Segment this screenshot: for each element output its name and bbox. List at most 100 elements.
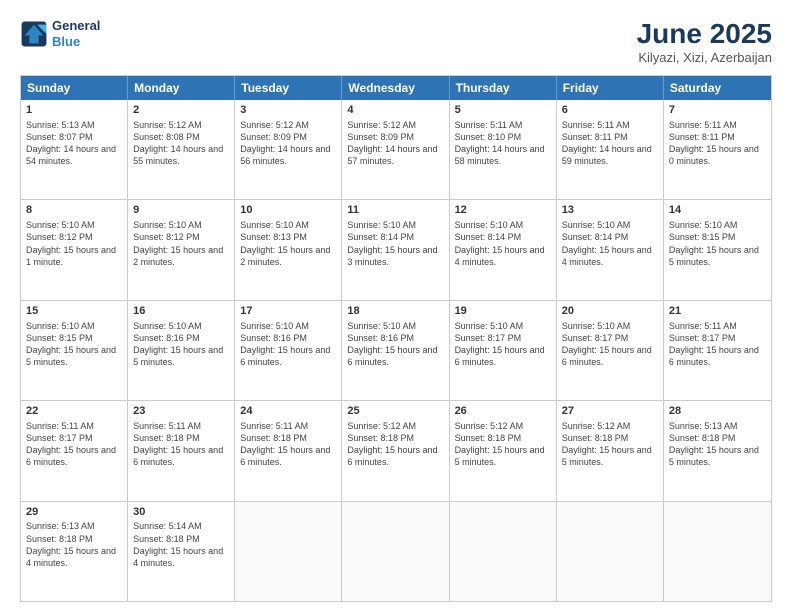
day-number: 10 — [240, 203, 336, 218]
cell-info: Sunrise: 5:10 AM Sunset: 8:14 PM Dayligh… — [562, 219, 658, 268]
day-number: 22 — [26, 404, 122, 419]
calendar-day-header: Saturday — [664, 76, 771, 100]
cell-info: Sunrise: 5:12 AM Sunset: 8:18 PM Dayligh… — [562, 420, 658, 469]
calendar-cell: 14Sunrise: 5:10 AM Sunset: 8:15 PM Dayli… — [664, 200, 771, 299]
day-number: 27 — [562, 404, 658, 419]
cell-info: Sunrise: 5:10 AM Sunset: 8:13 PM Dayligh… — [240, 219, 336, 268]
calendar-cell: 15Sunrise: 5:10 AM Sunset: 8:15 PM Dayli… — [21, 301, 128, 400]
cell-info: Sunrise: 5:12 AM Sunset: 8:09 PM Dayligh… — [240, 119, 336, 168]
day-number: 16 — [133, 304, 229, 319]
calendar-cell: 4Sunrise: 5:12 AM Sunset: 8:09 PM Daylig… — [342, 100, 449, 199]
day-number: 4 — [347, 103, 443, 118]
calendar-cell: 19Sunrise: 5:10 AM Sunset: 8:17 PM Dayli… — [450, 301, 557, 400]
calendar-cell: 8Sunrise: 5:10 AM Sunset: 8:12 PM Daylig… — [21, 200, 128, 299]
header: General Blue June 2025 Kilyazi, Xizi, Az… — [20, 18, 772, 65]
cell-info: Sunrise: 5:12 AM Sunset: 8:09 PM Dayligh… — [347, 119, 443, 168]
day-number: 30 — [133, 505, 229, 520]
cell-info: Sunrise: 5:10 AM Sunset: 8:16 PM Dayligh… — [133, 320, 229, 369]
day-number: 26 — [455, 404, 551, 419]
calendar-cell: 18Sunrise: 5:10 AM Sunset: 8:16 PM Dayli… — [342, 301, 449, 400]
day-number: 9 — [133, 203, 229, 218]
cell-info: Sunrise: 5:10 AM Sunset: 8:12 PM Dayligh… — [26, 219, 122, 268]
calendar-cell: 7Sunrise: 5:11 AM Sunset: 8:11 PM Daylig… — [664, 100, 771, 199]
calendar-day-header: Tuesday — [235, 76, 342, 100]
day-number: 5 — [455, 103, 551, 118]
calendar-day-header: Monday — [128, 76, 235, 100]
calendar-cell — [450, 502, 557, 601]
calendar-day-header: Wednesday — [342, 76, 449, 100]
cell-info: Sunrise: 5:12 AM Sunset: 8:08 PM Dayligh… — [133, 119, 229, 168]
cell-info: Sunrise: 5:11 AM Sunset: 8:18 PM Dayligh… — [133, 420, 229, 469]
calendar-day-header: Friday — [557, 76, 664, 100]
day-number: 6 — [562, 103, 658, 118]
calendar-day-header: Sunday — [21, 76, 128, 100]
day-number: 11 — [347, 203, 443, 218]
cell-info: Sunrise: 5:11 AM Sunset: 8:17 PM Dayligh… — [26, 420, 122, 469]
calendar-cell: 1Sunrise: 5:13 AM Sunset: 8:07 PM Daylig… — [21, 100, 128, 199]
title-block: June 2025 Kilyazi, Xizi, Azerbaijan — [637, 18, 772, 65]
cell-info: Sunrise: 5:10 AM Sunset: 8:15 PM Dayligh… — [26, 320, 122, 369]
calendar-cell — [235, 502, 342, 601]
day-number: 29 — [26, 505, 122, 520]
cell-info: Sunrise: 5:10 AM Sunset: 8:17 PM Dayligh… — [562, 320, 658, 369]
logo-line1: General — [52, 18, 100, 34]
cell-info: Sunrise: 5:10 AM Sunset: 8:12 PM Dayligh… — [133, 219, 229, 268]
cell-info: Sunrise: 5:10 AM Sunset: 8:15 PM Dayligh… — [669, 219, 766, 268]
cell-info: Sunrise: 5:11 AM Sunset: 8:18 PM Dayligh… — [240, 420, 336, 469]
calendar-row: 15Sunrise: 5:10 AM Sunset: 8:15 PM Dayli… — [21, 300, 771, 400]
calendar-row: 1Sunrise: 5:13 AM Sunset: 8:07 PM Daylig… — [21, 100, 771, 199]
day-number: 18 — [347, 304, 443, 319]
calendar-cell: 10Sunrise: 5:10 AM Sunset: 8:13 PM Dayli… — [235, 200, 342, 299]
logo-icon — [20, 20, 48, 48]
calendar-cell: 23Sunrise: 5:11 AM Sunset: 8:18 PM Dayli… — [128, 401, 235, 500]
calendar-cell — [557, 502, 664, 601]
cell-info: Sunrise: 5:10 AM Sunset: 8:16 PM Dayligh… — [240, 320, 336, 369]
cell-info: Sunrise: 5:12 AM Sunset: 8:18 PM Dayligh… — [347, 420, 443, 469]
day-number: 15 — [26, 304, 122, 319]
calendar-cell: 21Sunrise: 5:11 AM Sunset: 8:17 PM Dayli… — [664, 301, 771, 400]
calendar-cell: 30Sunrise: 5:14 AM Sunset: 8:18 PM Dayli… — [128, 502, 235, 601]
calendar-row: 8Sunrise: 5:10 AM Sunset: 8:12 PM Daylig… — [21, 199, 771, 299]
logo: General Blue — [20, 18, 100, 49]
calendar-cell: 28Sunrise: 5:13 AM Sunset: 8:18 PM Dayli… — [664, 401, 771, 500]
calendar-cell: 12Sunrise: 5:10 AM Sunset: 8:14 PM Dayli… — [450, 200, 557, 299]
day-number: 23 — [133, 404, 229, 419]
cell-info: Sunrise: 5:11 AM Sunset: 8:11 PM Dayligh… — [562, 119, 658, 168]
day-number: 20 — [562, 304, 658, 319]
day-number: 19 — [455, 304, 551, 319]
day-number: 1 — [26, 103, 122, 118]
cell-info: Sunrise: 5:11 AM Sunset: 8:11 PM Dayligh… — [669, 119, 766, 168]
day-number: 17 — [240, 304, 336, 319]
cell-info: Sunrise: 5:13 AM Sunset: 8:18 PM Dayligh… — [26, 520, 122, 569]
calendar-cell: 25Sunrise: 5:12 AM Sunset: 8:18 PM Dayli… — [342, 401, 449, 500]
calendar-cell: 27Sunrise: 5:12 AM Sunset: 8:18 PM Dayli… — [557, 401, 664, 500]
calendar-cell: 17Sunrise: 5:10 AM Sunset: 8:16 PM Dayli… — [235, 301, 342, 400]
page: General Blue June 2025 Kilyazi, Xizi, Az… — [0, 0, 792, 612]
calendar-header: SundayMondayTuesdayWednesdayThursdayFrid… — [21, 76, 771, 100]
calendar-body: 1Sunrise: 5:13 AM Sunset: 8:07 PM Daylig… — [21, 100, 771, 601]
day-number: 28 — [669, 404, 766, 419]
calendar-cell — [342, 502, 449, 601]
calendar-cell: 29Sunrise: 5:13 AM Sunset: 8:18 PM Dayli… — [21, 502, 128, 601]
cell-info: Sunrise: 5:10 AM Sunset: 8:16 PM Dayligh… — [347, 320, 443, 369]
calendar-cell: 3Sunrise: 5:12 AM Sunset: 8:09 PM Daylig… — [235, 100, 342, 199]
calendar-cell: 20Sunrise: 5:10 AM Sunset: 8:17 PM Dayli… — [557, 301, 664, 400]
cell-info: Sunrise: 5:11 AM Sunset: 8:10 PM Dayligh… — [455, 119, 551, 168]
cell-info: Sunrise: 5:10 AM Sunset: 8:14 PM Dayligh… — [455, 219, 551, 268]
cell-info: Sunrise: 5:14 AM Sunset: 8:18 PM Dayligh… — [133, 520, 229, 569]
day-number: 3 — [240, 103, 336, 118]
day-number: 21 — [669, 304, 766, 319]
calendar-cell — [664, 502, 771, 601]
day-number: 7 — [669, 103, 766, 118]
cell-info: Sunrise: 5:11 AM Sunset: 8:17 PM Dayligh… — [669, 320, 766, 369]
day-number: 14 — [669, 203, 766, 218]
calendar-row: 22Sunrise: 5:11 AM Sunset: 8:17 PM Dayli… — [21, 400, 771, 500]
calendar-cell: 13Sunrise: 5:10 AM Sunset: 8:14 PM Dayli… — [557, 200, 664, 299]
calendar-day-header: Thursday — [450, 76, 557, 100]
subtitle: Kilyazi, Xizi, Azerbaijan — [637, 50, 772, 65]
calendar: SundayMondayTuesdayWednesdayThursdayFrid… — [20, 75, 772, 602]
logo-text: General Blue — [52, 18, 100, 49]
main-title: June 2025 — [637, 18, 772, 50]
calendar-cell: 2Sunrise: 5:12 AM Sunset: 8:08 PM Daylig… — [128, 100, 235, 199]
calendar-cell: 22Sunrise: 5:11 AM Sunset: 8:17 PM Dayli… — [21, 401, 128, 500]
